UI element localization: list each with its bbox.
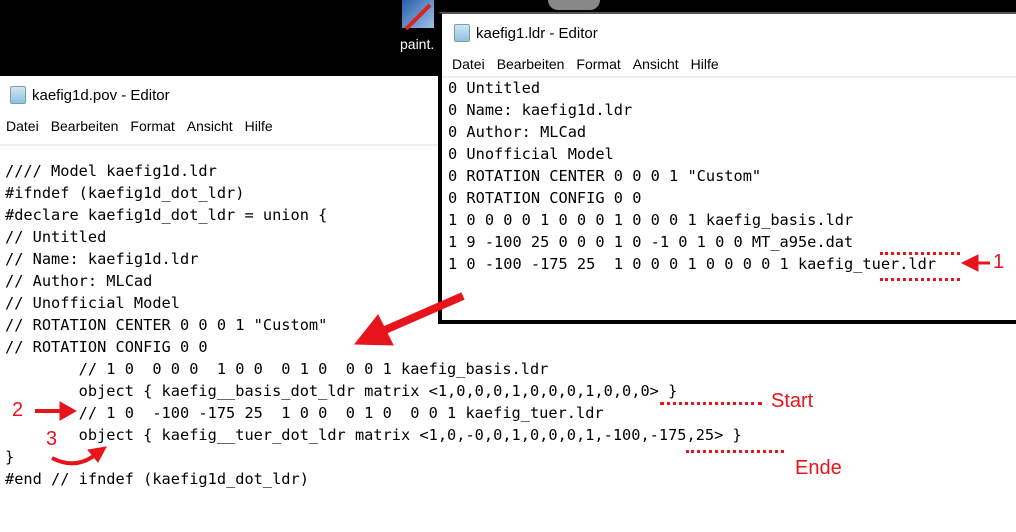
marker-2: 2 — [12, 399, 24, 421]
dotted-underline — [880, 278, 960, 281]
end-label: Ende — [795, 457, 842, 479]
marker-3: 3 — [46, 428, 58, 450]
arrow-3-icon — [51, 453, 97, 466]
end-dotted-line — [686, 450, 784, 453]
start-dotted-line — [660, 402, 762, 405]
marker-1: 1 — [993, 251, 1005, 273]
dotted-underline — [880, 252, 960, 255]
start-label: Start — [771, 390, 814, 412]
big-arrow-icon — [383, 292, 465, 334]
annotation-overlay — [35, 254, 990, 466]
